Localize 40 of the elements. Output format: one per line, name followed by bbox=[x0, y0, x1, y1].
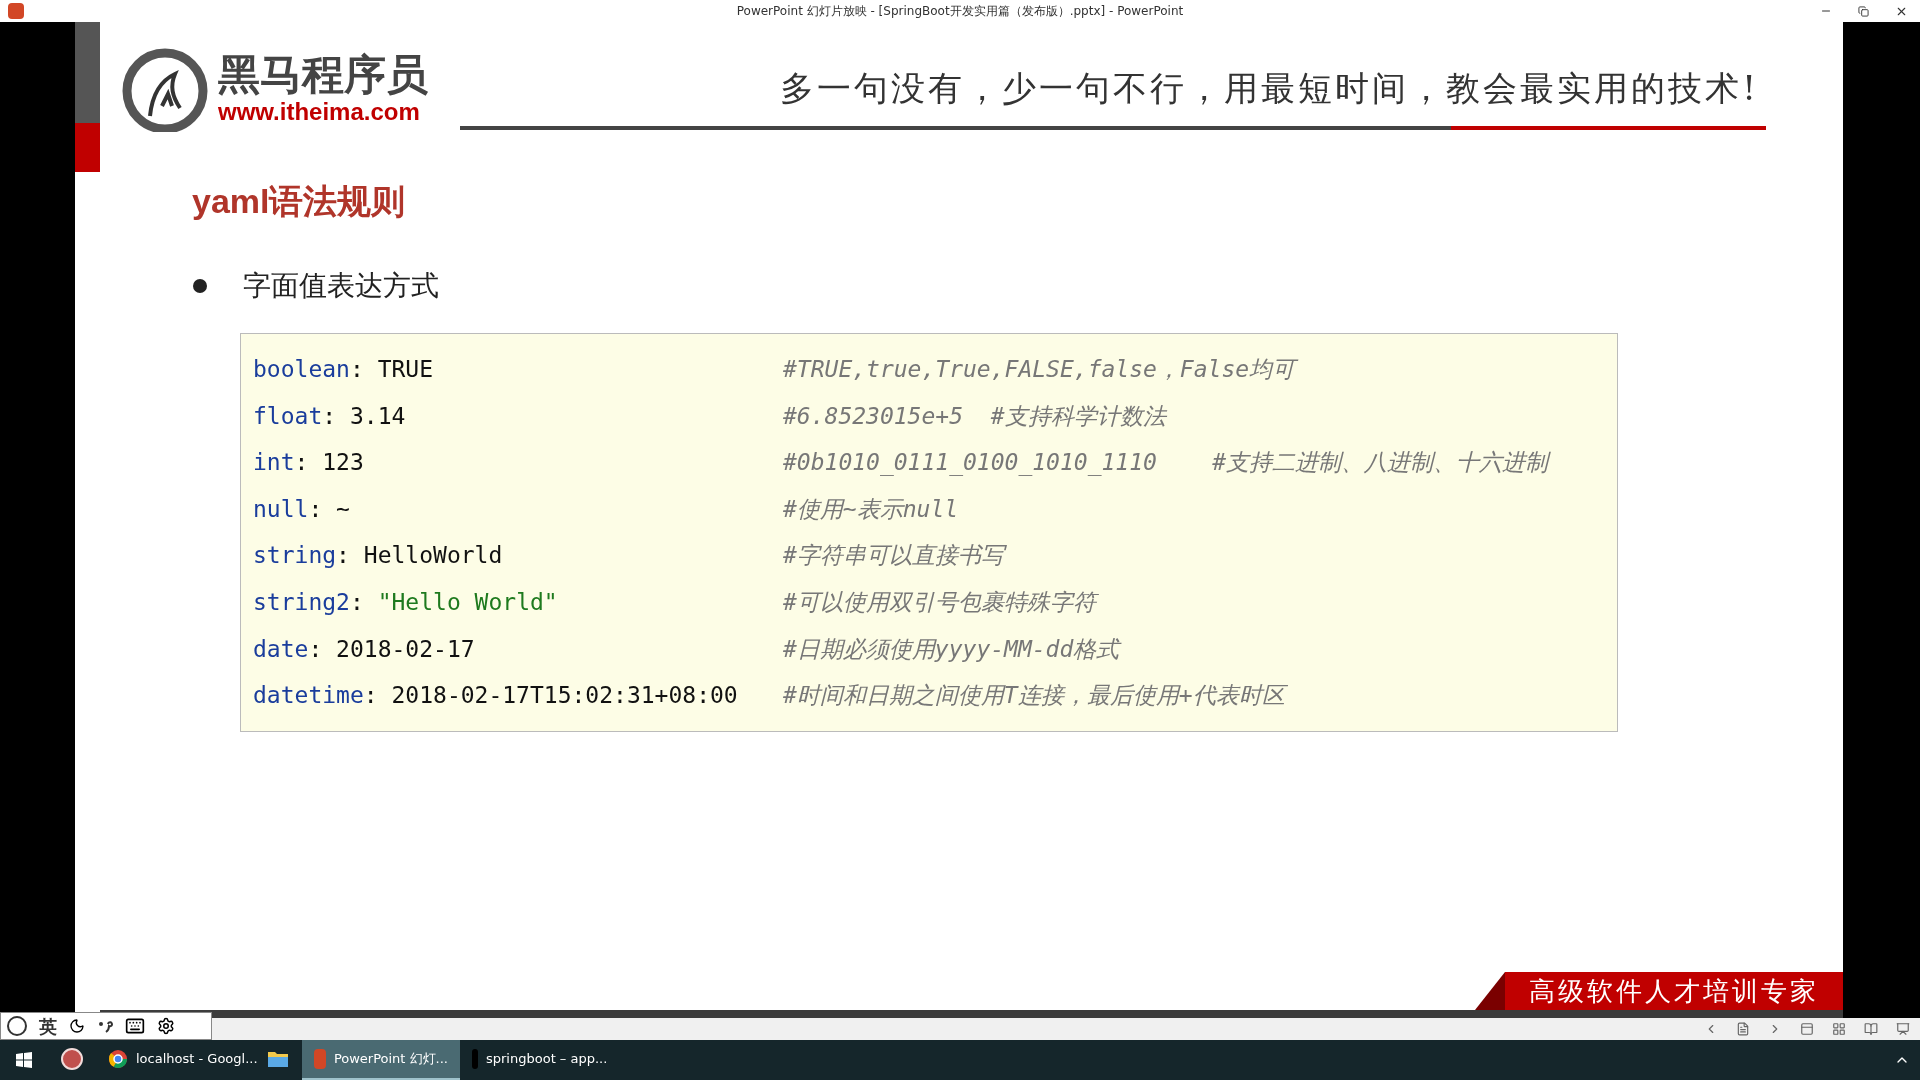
bullet-icon bbox=[193, 279, 207, 293]
code-comment: #6.8523015e+5 #支持科学计数法 bbox=[783, 401, 1166, 431]
header-slogan: 多一句没有，少一句不行，用最短时间，教会最实用的技术! bbox=[780, 67, 1760, 110]
bullet-text: 字面值表达方式 bbox=[243, 268, 439, 304]
slide-sorter-icon[interactable] bbox=[1832, 1022, 1846, 1036]
footer-banner: 高级软件人才培训专家 bbox=[1475, 972, 1843, 1010]
keyboard-icon[interactable] bbox=[125, 1016, 145, 1036]
slide-menu-icon[interactable] bbox=[1736, 1022, 1750, 1036]
slide-heading: yaml语法规则 bbox=[192, 181, 407, 222]
code-text: boolean: TRUE bbox=[253, 355, 435, 385]
code-comment: #0b1010_0111_0100_1010_1110 #支持二进制、八进制、十六进制 bbox=[783, 448, 1549, 478]
code-text: float: 3.14 bbox=[253, 401, 407, 431]
code-text: string: HelloWorld bbox=[253, 541, 504, 571]
punctuation-icon[interactable] bbox=[97, 1019, 113, 1033]
restore-icon[interactable] bbox=[1858, 5, 1869, 17]
taskbar-app-button[interactable]: springboot – app... bbox=[460, 1040, 618, 1080]
presentation-app-icon bbox=[8, 3, 24, 19]
logo-website-url: www.itheima.com bbox=[218, 100, 421, 124]
code-comment: #日期必须使用yyyy-MM-dd格式 bbox=[783, 634, 1120, 664]
reading-view-icon[interactable] bbox=[1864, 1022, 1878, 1036]
window-title: PowerPoint 幻灯片放映 - [SpringBoot开发实用篇（发布版）.pptx] - PowerPoint bbox=[736, 3, 1184, 20]
ime-mode-toggle[interactable]: 英 bbox=[39, 1012, 57, 1040]
code-text: date: 2018-02-17 bbox=[253, 634, 476, 664]
logo-brand-name: 黑马程序员 bbox=[218, 54, 428, 96]
code-comment: #使用~表示null bbox=[783, 494, 959, 524]
code-text: null: ~ bbox=[253, 494, 351, 524]
folder-icon bbox=[267, 1050, 289, 1068]
settings-icon[interactable] bbox=[157, 1017, 175, 1035]
slides-app-icon bbox=[314, 1049, 326, 1069]
browser-icon bbox=[108, 1049, 128, 1069]
code-text: datetime: 2018-02-17T15:02:31+08:00 bbox=[253, 681, 739, 711]
slideshow-icon[interactable] bbox=[1896, 1022, 1910, 1036]
taskbar-app-button[interactable]: PowerPoint 幻灯... bbox=[302, 1040, 460, 1080]
horse-logo-icon bbox=[120, 46, 210, 132]
start-icon[interactable] bbox=[16, 1052, 32, 1068]
ime-logo-icon[interactable] bbox=[7, 1016, 27, 1036]
moon-icon[interactable] bbox=[69, 1018, 85, 1034]
code-text: int: 123 bbox=[253, 448, 365, 478]
code-text: string2: "Hello World" bbox=[253, 588, 559, 617]
normal-view-icon[interactable] bbox=[1800, 1022, 1814, 1036]
